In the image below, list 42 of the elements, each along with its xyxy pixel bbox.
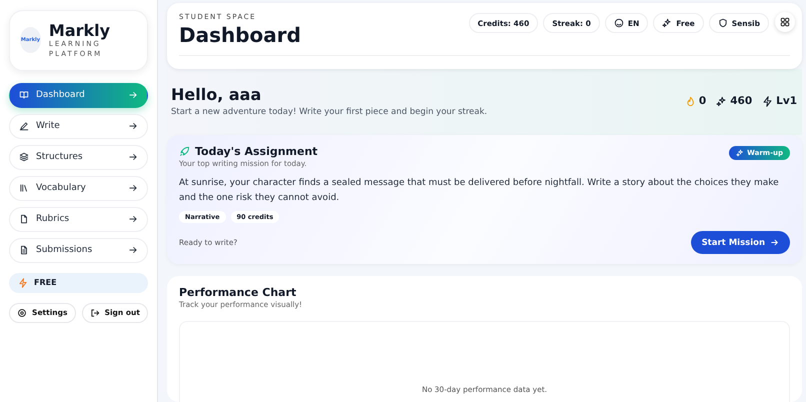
document-icon bbox=[19, 214, 29, 224]
performance-title: Performance Chart bbox=[179, 286, 298, 299]
arrow-icon bbox=[128, 183, 138, 194]
nav-item[interactable]: Submissions bbox=[9, 238, 148, 263]
grid-icon bbox=[780, 17, 790, 27]
rocket-icon bbox=[179, 146, 190, 157]
settings-icon bbox=[17, 308, 28, 318]
sparkle-icon bbox=[736, 149, 744, 157]
document-icon bbox=[19, 245, 29, 256]
shield-icon bbox=[718, 18, 728, 28]
nav-item[interactable]: Structures bbox=[9, 144, 148, 170]
plan-label: FREE bbox=[34, 278, 57, 288]
sparkle-icon bbox=[716, 96, 728, 106]
nav-item[interactable]: Vocabulary bbox=[9, 176, 148, 201]
book-icon bbox=[19, 90, 29, 100]
arrow-icon bbox=[128, 90, 138, 100]
lightning-icon bbox=[18, 278, 28, 288]
stat-value: Lv1 bbox=[776, 95, 797, 107]
assignment-prompt: At sunrise, your character finds a sealed message that must be delivered before nightfall. Write a story about the choices they make and the one risk they cannot avoid. bbox=[179, 177, 780, 205]
sign-out-icon bbox=[90, 308, 100, 318]
arrow-icon bbox=[128, 214, 138, 224]
arrow-icon bbox=[128, 245, 138, 256]
arrow-icon bbox=[770, 238, 779, 247]
stat-value: 0 bbox=[698, 95, 706, 107]
sparkle-icon bbox=[662, 18, 672, 28]
nav-item[interactable]: Dashboard bbox=[9, 82, 148, 108]
nav-item[interactable]: Write bbox=[9, 114, 148, 139]
arrow-icon bbox=[128, 121, 138, 132]
start-mission-button[interactable]: Start Mission bbox=[690, 231, 790, 254]
apps-button[interactable] bbox=[775, 12, 795, 32]
greeting-subtitle: Start a new adventure today! Write your first piece and begin your streak. bbox=[171, 107, 488, 117]
arrow-icon bbox=[128, 152, 138, 162]
layers-icon bbox=[19, 152, 29, 162]
lightning-icon bbox=[762, 96, 774, 106]
stat-value: 460 bbox=[730, 95, 752, 107]
books-icon bbox=[19, 183, 29, 194]
brand-name: Markly bbox=[48, 21, 112, 40]
assignment-title: Today's Assignment bbox=[195, 145, 318, 158]
greeting-title: Hello, aaa bbox=[171, 85, 262, 104]
flame-icon bbox=[684, 96, 696, 106]
nav-item[interactable]: Rubrics bbox=[9, 206, 148, 232]
pen-icon bbox=[19, 121, 29, 132]
